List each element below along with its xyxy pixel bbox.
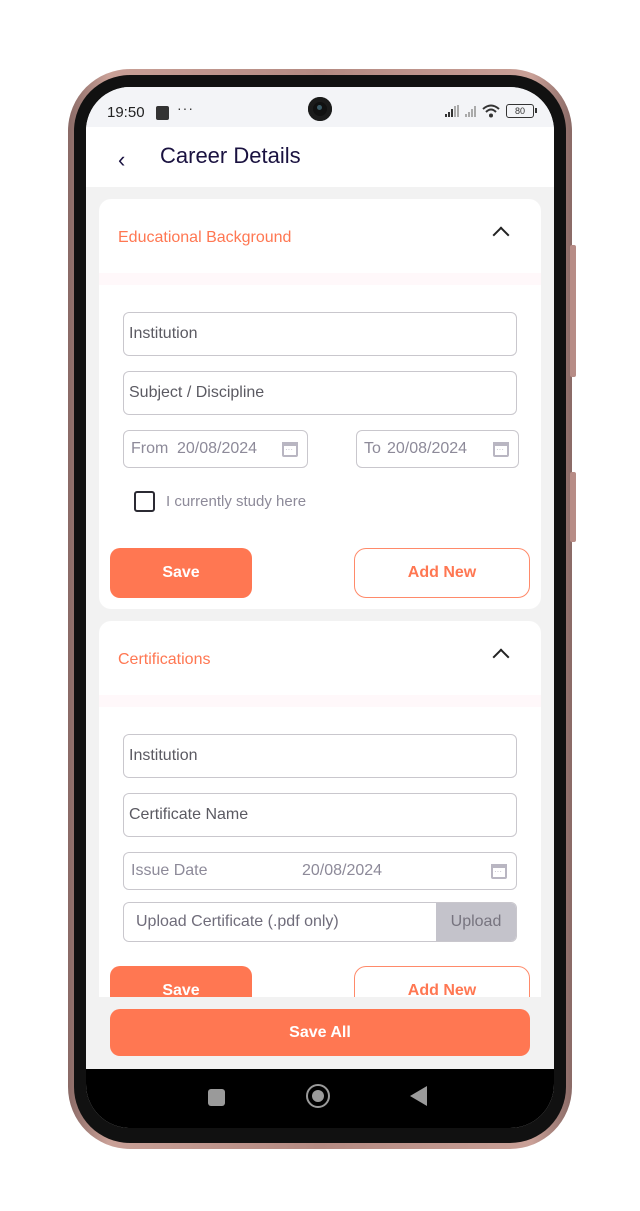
upload-certificate-field[interactable]: Upload Certificate (.pdf only) Upload [123,902,517,942]
cert-institution-input[interactable]: Institution [123,734,517,778]
more-notifications-icon: ··· [177,100,194,116]
to-label: To [364,440,381,457]
page-title: Career Details [160,143,301,168]
upload-button[interactable]: Upload [436,903,516,941]
signal-icon [445,105,459,117]
front-camera [308,97,332,121]
education-header[interactable]: Educational Background [99,199,541,285]
to-date-field[interactable]: To 20/08/2024 [356,430,519,468]
nav-back-icon[interactable] [410,1086,427,1106]
certifications-title: Certifications [118,651,211,668]
back-icon[interactable]: ‹ [118,147,125,173]
institution-input[interactable]: Institution [123,312,517,356]
currently-study-checkbox[interactable] [134,491,155,512]
issue-date-value: 20/08/2024 [302,862,383,879]
calendar-icon [493,442,509,457]
home-icon[interactable] [306,1084,330,1108]
cert-save-button[interactable]: Save [110,966,252,997]
signal-no-service-icon [465,105,476,117]
certifications-header[interactable]: Certifications [99,621,541,707]
notification-icon [156,106,169,120]
issue-date-label: Issue Date [131,862,208,879]
battery-icon: 80 [506,104,537,118]
chevron-up-icon[interactable] [492,226,510,244]
subject-input[interactable]: Subject / Discipline [123,371,517,415]
status-bar: 19:50 ··· 80 [86,87,554,127]
education-add-new-button[interactable]: Add New [354,548,530,598]
education-title: Educational Background [118,229,292,246]
bottom-action-bar: Save All [86,997,554,1069]
education-save-button[interactable]: Save [110,548,252,598]
to-date-value: 20/08/2024 [387,440,468,457]
wifi-icon [482,104,500,118]
app-bar: ‹ Career Details [86,127,554,187]
currently-study-label: I currently study here [166,493,307,510]
system-nav-bar [86,1069,554,1128]
status-icons: 80 [445,104,537,118]
from-label: From [131,440,169,457]
scroll-content[interactable]: Educational Background Institution Subje… [86,187,554,997]
certifications-card: Certifications Institution Certificate N… [99,621,541,997]
issue-date-field[interactable]: Issue Date 20/08/2024 [123,852,517,890]
calendar-icon [491,864,507,879]
recent-apps-icon[interactable] [208,1089,225,1106]
save-all-button[interactable]: Save All [110,1009,530,1056]
status-time: 19:50 [107,104,145,121]
screen: 19:50 ··· 80 ‹ Career Details Educationa… [86,87,554,1128]
chevron-up-icon[interactable] [492,648,510,666]
from-date-field[interactable]: From 20/08/2024 [123,430,308,468]
calendar-icon [282,442,298,457]
upload-placeholder: Upload Certificate (.pdf only) [136,913,339,930]
cert-add-new-button[interactable]: Add New [354,966,530,997]
volume-button [570,245,576,377]
from-date-value: 20/08/2024 [177,440,258,457]
education-card: Educational Background Institution Subje… [99,199,541,609]
certificate-name-input[interactable]: Certificate Name [123,793,517,837]
power-button [570,472,576,542]
